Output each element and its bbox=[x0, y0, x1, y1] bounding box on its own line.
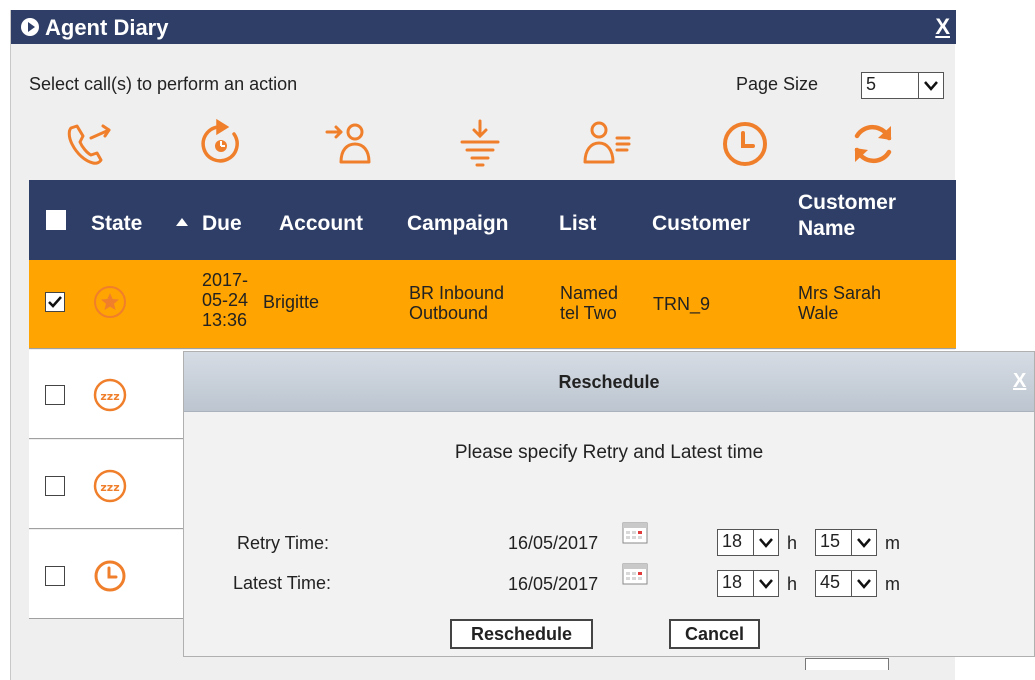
minute-unit: m bbox=[885, 533, 900, 553]
table-row[interactable]: 2017- 05-24 13:36 Brigitte BR Inbound Ou… bbox=[29, 260, 956, 349]
chevron-down-icon bbox=[753, 530, 778, 555]
chevron-down-icon bbox=[753, 571, 778, 596]
retry-time-label: Retry Time: bbox=[237, 533, 330, 553]
row-checkbox[interactable] bbox=[45, 385, 65, 405]
agent-list-icon[interactable] bbox=[581, 118, 633, 170]
retry-minute-value: 15 bbox=[820, 531, 841, 551]
retry-date: 16/05/2017 bbox=[508, 533, 599, 553]
page-size-value: 5 bbox=[866, 74, 877, 94]
hour-unit: h bbox=[787, 533, 798, 553]
account-cell: Brigitte bbox=[263, 292, 320, 312]
campaign-cell: BR Inbound bbox=[409, 283, 505, 303]
dialog-titlebar: Reschedule X bbox=[184, 352, 1034, 412]
checkmark-icon bbox=[48, 296, 62, 308]
due-date-part: 2017- bbox=[202, 270, 249, 290]
dialog-close-button[interactable]: X bbox=[1013, 370, 1026, 393]
transfer-call-icon[interactable] bbox=[63, 118, 115, 170]
pager-input[interactable] bbox=[805, 658, 889, 670]
hour-unit: h bbox=[787, 574, 798, 594]
table-header: State Due Account Campaign List Customer… bbox=[29, 180, 956, 260]
cancel-button[interactable]: Cancel bbox=[669, 619, 760, 649]
reschedule-dialog: Reschedule X Please specify Retry and La… bbox=[183, 351, 1035, 657]
column-account[interactable]: Account bbox=[279, 212, 363, 236]
assign-agent-icon[interactable] bbox=[323, 118, 375, 170]
dialog-title: Reschedule bbox=[558, 372, 660, 392]
star-icon bbox=[93, 285, 127, 319]
diary-title: Agent Diary bbox=[45, 15, 169, 40]
column-customer[interactable]: Customer bbox=[652, 212, 750, 236]
calendar-icon[interactable] bbox=[622, 563, 648, 585]
due-time: 13:36 bbox=[202, 310, 248, 330]
play-circle-icon bbox=[21, 18, 39, 36]
list-cell: Named bbox=[560, 283, 619, 303]
reschedule-icon[interactable] bbox=[194, 118, 246, 170]
latest-hour-select[interactable]: 18 bbox=[717, 570, 779, 597]
snooze-icon: zzz bbox=[93, 469, 127, 503]
chevron-down-icon bbox=[851, 530, 876, 555]
sort-ascending-icon bbox=[176, 218, 188, 226]
column-customer-name[interactable]: Customer Name bbox=[798, 190, 948, 242]
refresh-icon[interactable] bbox=[847, 118, 899, 170]
latest-time-label: Latest Time: bbox=[233, 573, 332, 593]
row-checkbox[interactable] bbox=[45, 292, 65, 312]
svg-text:zzz: zzz bbox=[100, 390, 119, 403]
retry-minute-select[interactable]: 15 bbox=[815, 529, 877, 556]
column-list[interactable]: List bbox=[559, 212, 596, 236]
list-cell: tel Two bbox=[560, 303, 617, 323]
due-date-part: 05-24 bbox=[202, 290, 249, 310]
latest-hour-value: 18 bbox=[722, 572, 743, 592]
minute-unit: m bbox=[885, 574, 900, 594]
customer-name-cell: Mrs Sarah bbox=[798, 283, 882, 303]
svg-text:zzz: zzz bbox=[100, 481, 119, 494]
campaign-cell: Outbound bbox=[409, 303, 489, 323]
column-campaign[interactable]: Campaign bbox=[407, 212, 509, 236]
latest-minute-select[interactable]: 45 bbox=[815, 570, 877, 597]
retry-hour-select[interactable]: 18 bbox=[717, 529, 779, 556]
diary-titlebar: Agent Diary X bbox=[11, 10, 956, 44]
diary-close-button[interactable]: X bbox=[935, 14, 950, 40]
chevron-down-icon bbox=[918, 73, 943, 98]
selection-hint: Select call(s) to perform an action bbox=[29, 74, 298, 94]
customer-name-cell: Wale bbox=[798, 303, 839, 323]
latest-minute-value: 45 bbox=[820, 572, 841, 592]
filter-icon[interactable] bbox=[454, 118, 506, 170]
snooze-icon: zzz bbox=[93, 378, 127, 412]
page-size-label: Page Size bbox=[736, 74, 819, 94]
latest-date: 16/05/2017 bbox=[508, 574, 599, 594]
row-checkbox[interactable] bbox=[45, 476, 65, 496]
clock-icon[interactable] bbox=[719, 118, 771, 170]
calendar-icon[interactable] bbox=[622, 522, 648, 544]
clock-icon bbox=[93, 559, 127, 593]
row-checkbox[interactable] bbox=[45, 566, 65, 586]
dialog-message: Please specify Retry and Latest time bbox=[454, 442, 764, 463]
reschedule-button[interactable]: Reschedule bbox=[450, 619, 593, 649]
page-size-select[interactable]: 5 bbox=[861, 72, 944, 99]
chevron-down-icon bbox=[851, 571, 876, 596]
select-all-checkbox[interactable] bbox=[46, 210, 66, 230]
customer-cell: TRN_9 bbox=[653, 294, 711, 314]
retry-hour-value: 18 bbox=[722, 531, 743, 551]
column-due[interactable]: Due bbox=[202, 212, 242, 236]
column-state[interactable]: State bbox=[91, 212, 142, 236]
